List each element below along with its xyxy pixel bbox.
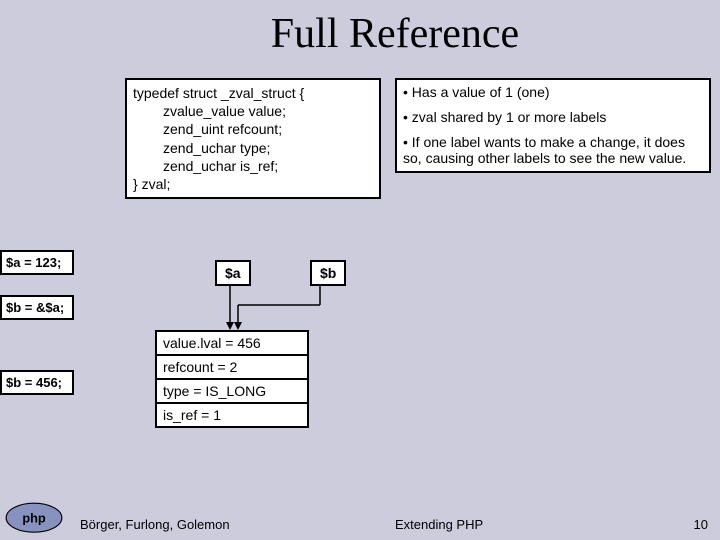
- var-a-box: $a: [215, 260, 251, 286]
- var-b-box: $b: [310, 260, 346, 286]
- note-3: • If one label wants to make a change, i…: [403, 134, 703, 168]
- code-l1: typedef struct _zval_struct {: [133, 84, 373, 102]
- code-line-a: $a = 123;: [0, 250, 74, 275]
- code-l3: zend_uint refcount;: [133, 120, 373, 138]
- code-line-c: $b = 456;: [0, 370, 74, 395]
- notes-box: • Has a value of 1 (one) • zval shared b…: [395, 78, 711, 173]
- code-l5: zend_uchar is_ref;: [133, 157, 373, 175]
- note-2: • zval shared by 1 or more labels: [403, 109, 703, 126]
- struct-isref: is_ref = 1: [157, 404, 307, 426]
- struct-type: type = IS_LONG: [157, 380, 307, 404]
- footer-center: Extending PHP: [395, 517, 483, 532]
- struct-refcount: refcount = 2: [157, 356, 307, 380]
- code-l4: zend_uchar type;: [133, 139, 373, 157]
- footer-page-number: 10: [694, 517, 708, 532]
- note-1: • Has a value of 1 (one): [403, 84, 703, 101]
- left-column: $a = 123; $b = &$a; $b = 456;: [0, 0, 72, 540]
- footer-left: Börger, Furlong, Golemon: [80, 517, 230, 532]
- struct-value: value.lval = 456: [157, 332, 307, 356]
- typedef-box: typedef struct _zval_struct { zvalue_val…: [125, 78, 381, 199]
- page-title: Full Reference: [0, 0, 720, 73]
- code-l2: zvalue_value value;: [133, 102, 373, 120]
- svg-text:php: php: [22, 510, 46, 525]
- code-l6: } zval;: [133, 175, 373, 193]
- code-line-b: $b = &$a;: [0, 295, 74, 320]
- zval-struct-box: value.lval = 456 refcount = 2 type = IS_…: [155, 330, 309, 428]
- php-logo-icon: php: [5, 502, 63, 534]
- arrow-b-icon: [230, 285, 330, 330]
